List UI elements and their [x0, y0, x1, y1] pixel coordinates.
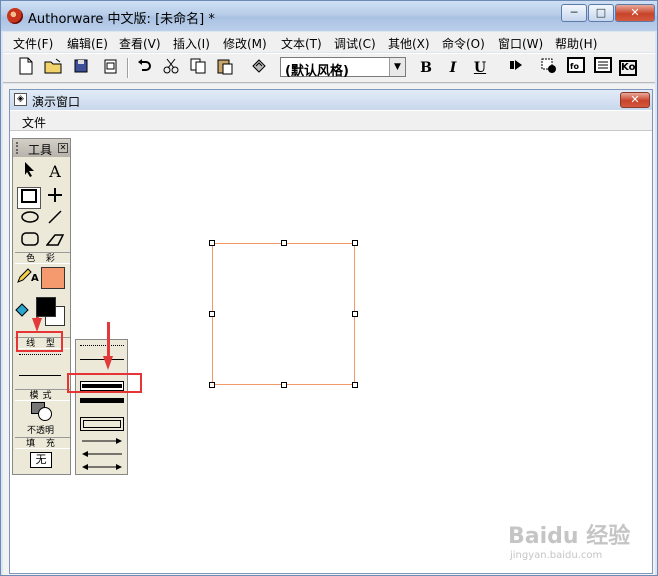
authorware-app-icon [7, 8, 23, 24]
line-option-dotted[interactable] [19, 354, 61, 355]
import-icon[interactable] [99, 57, 121, 79]
copy-icon[interactable] [187, 57, 209, 79]
menu-file[interactable]: 文件(F) [13, 35, 53, 52]
line-style-extra-thick[interactable] [80, 398, 124, 403]
pencil-icon[interactable] [16, 268, 32, 290]
mode-section-label: 模式 [15, 389, 70, 401]
menu-bar: 文件(F) 编辑(E) 查看(V) 插入(I) 修改(M) 文本(T) 调试(C… [3, 32, 655, 52]
red-arrow-shaft-2 [107, 322, 110, 358]
mode-circle-icon[interactable] [38, 407, 52, 421]
resize-handle-right[interactable] [352, 311, 358, 317]
menu-insert[interactable]: 插入(I) [173, 35, 210, 52]
text-style-select[interactable]: (默认风格) ▼ [280, 57, 406, 79]
arrow-line-end[interactable] [80, 434, 124, 448]
watermark-sub: jingyan.baidu.com [510, 550, 603, 561]
ellipse-tool-icon[interactable] [18, 209, 42, 231]
presentation-close-button[interactable]: ✕ [620, 92, 650, 108]
menu-text[interactable]: 文本(T) [281, 35, 322, 52]
knowledge-objects-button[interactable]: Ko [619, 60, 637, 76]
red-arrow-down-icon [32, 318, 42, 332]
line-option-thin[interactable] [19, 375, 61, 376]
find-icon[interactable] [248, 57, 270, 79]
resize-handle-top[interactable] [281, 240, 287, 246]
title-bar: Authorware 中文版: [未命名] * ─ □ ✕ [1, 1, 657, 31]
red-arrow-down-icon [103, 356, 113, 370]
menu-edit[interactable]: 编辑(E) [67, 35, 108, 52]
menu-view[interactable]: 查看(V) [119, 35, 161, 52]
line-style-thin[interactable] [80, 359, 124, 360]
cut-icon[interactable] [160, 57, 182, 79]
tools-palette-title: 工具 [28, 143, 53, 157]
resize-handle-bottom-left[interactable] [209, 382, 215, 388]
fill-section-label: 填 充 [15, 437, 70, 449]
text-style-value: (默认风格) [285, 64, 349, 79]
rectangle-tool-icon[interactable] [17, 187, 41, 209]
paste-icon[interactable] [214, 57, 236, 79]
foreground-color-swatch[interactable] [36, 297, 56, 317]
chevron-down-icon[interactable]: ▼ [389, 58, 405, 76]
arrow-line-start[interactable] [80, 447, 124, 461]
run-icon[interactable] [505, 57, 527, 79]
line-style-frame-inner [83, 420, 121, 428]
line-style-frame[interactable] [80, 417, 124, 431]
presentation-window-icon: ◈ [14, 93, 27, 106]
undo-icon[interactable] [133, 57, 155, 79]
presentation-window-title: 演示窗口 [32, 95, 81, 109]
mode-value: 不透明 [27, 426, 55, 436]
menu-help[interactable]: 帮助(H) [555, 35, 597, 52]
fill-pattern-button[interactable]: 无 [30, 452, 52, 468]
menu-modify[interactable]: 修改(M) [223, 35, 267, 52]
italic-button[interactable]: I [442, 57, 464, 79]
line-style-highlight [67, 373, 142, 393]
close-button[interactable]: ✕ [615, 4, 655, 22]
selected-rectangle-shape[interactable] [212, 243, 355, 385]
open-folder-icon[interactable] [43, 57, 65, 79]
resize-handle-bottom-right[interactable] [352, 382, 358, 388]
main-toolbar: (默认风格) ▼ B I U Ko fo [3, 53, 655, 83]
functions-label: fo [570, 62, 579, 71]
menu-window[interactable]: 窗口(W) [498, 35, 543, 52]
fill-color-swatch[interactable] [41, 267, 65, 289]
paint-bucket-icon[interactable] [14, 302, 30, 324]
color-section-label: 色 彩 [15, 252, 70, 264]
resize-handle-top-left[interactable] [209, 240, 215, 246]
new-file-icon[interactable] [15, 57, 37, 79]
underline-button[interactable]: U [469, 57, 491, 79]
arrow-line-both[interactable] [80, 460, 124, 474]
resize-handle-top-right[interactable] [352, 240, 358, 246]
baidu-watermark: Baidu 经验 jingyan.baidu.com [508, 518, 630, 561]
minimize-button[interactable]: ─ [561, 4, 587, 22]
tools-palette-title-bar[interactable]: 工具 ✕ [13, 139, 70, 157]
resize-handle-bottom[interactable] [281, 382, 287, 388]
presentation-menu-bar: 文件 [10, 111, 652, 131]
menu-other[interactable]: 其他(X) [388, 35, 430, 52]
variables-icon[interactable] [592, 57, 614, 79]
toolbar-separator [127, 58, 129, 78]
maximize-button[interactable]: □ [588, 4, 614, 22]
menu-command[interactable]: 命令(O) [442, 35, 485, 52]
watermark-main: Baidu 经验 [508, 524, 631, 549]
line-style-flyout [75, 339, 128, 475]
resize-handle-left[interactable] [209, 311, 215, 317]
line-section-highlight [16, 331, 63, 352]
pointer-tool-icon[interactable] [18, 161, 42, 183]
tools-close-icon[interactable]: ✕ [58, 143, 68, 153]
bold-button[interactable]: B [415, 57, 437, 79]
cross-line-tool-icon[interactable] [43, 187, 67, 209]
text-tool-icon[interactable]: A [43, 161, 67, 183]
window-title: Authorware 中文版: [未命名] * [28, 12, 215, 27]
text-color-label: A [31, 273, 39, 284]
diagonal-line-tool-icon[interactable] [43, 209, 67, 231]
menu-debug[interactable]: 调试(C) [334, 35, 376, 52]
save-all-icon[interactable] [71, 57, 93, 79]
presentation-menu-file[interactable]: 文件 [22, 114, 46, 131]
line-style-dotted[interactable] [80, 345, 124, 346]
grip-icon[interactable] [16, 142, 22, 154]
polygon-tool-icon[interactable] [43, 231, 67, 253]
control-panel-icon[interactable] [538, 57, 560, 79]
presentation-title-bar: ◈ 演示窗口 ✕ [10, 90, 652, 110]
rounded-rectangle-tool-icon[interactable] [18, 231, 42, 253]
